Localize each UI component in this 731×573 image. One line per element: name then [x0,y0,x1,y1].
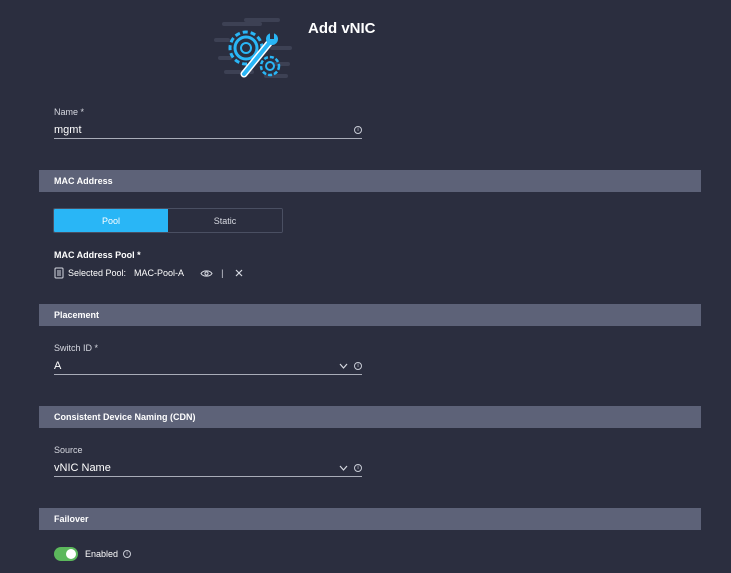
pool-separator: | [221,268,224,278]
toggle-knob [66,549,76,559]
enabled-label: Enabled [85,549,119,559]
info-icon[interactable]: i [354,361,362,370]
source-field[interactable]: Source vNIC Name i [54,445,362,477]
close-icon[interactable] [235,269,243,277]
failover-label-row: Enabled i [85,549,132,559]
toggle-track[interactable] [54,547,78,561]
pool-option[interactable]: Pool [54,209,168,232]
name-label: Name * [54,107,85,117]
selected-pool-name: MAC-Pool-A [134,268,185,278]
info-icon[interactable]: i [354,125,362,134]
switch-id-select[interactable]: A [54,360,61,372]
mac-pool-label: MAC Address Pool * [54,250,141,260]
failover-toggle[interactable] [54,547,78,561]
section-cdn: Consistent Device Naming (CDN) [39,406,701,428]
eye-icon[interactable] [200,269,213,278]
selected-pool-row: Selected Pool: MAC-Pool-A | [54,267,243,279]
selected-pool-prefix: Selected Pool: [68,268,127,278]
mac-mode-toggle[interactable]: Pool Static [53,208,283,233]
name-field[interactable]: Name * mgmt i [54,107,362,139]
chevron-down-icon[interactable] [339,363,348,369]
source-label: Source [54,445,83,455]
info-icon[interactable]: i [354,463,362,472]
chevron-down-icon[interactable] [339,465,348,471]
static-option[interactable]: Static [168,209,282,232]
dialog-title: Add vNIC [308,20,376,37]
gear-wrench-icon [214,16,294,82]
section-mac-address: MAC Address [39,170,701,192]
source-select[interactable]: vNIC Name [54,462,111,474]
switch-id-field[interactable]: Switch ID * A i [54,343,362,375]
section-failover: Failover [39,508,701,530]
document-icon [54,267,64,279]
info-icon[interactable]: i [123,550,132,558]
switch-id-label: Switch ID * [54,343,99,353]
name-input[interactable]: mgmt [54,124,82,136]
section-placement: Placement [39,304,701,326]
